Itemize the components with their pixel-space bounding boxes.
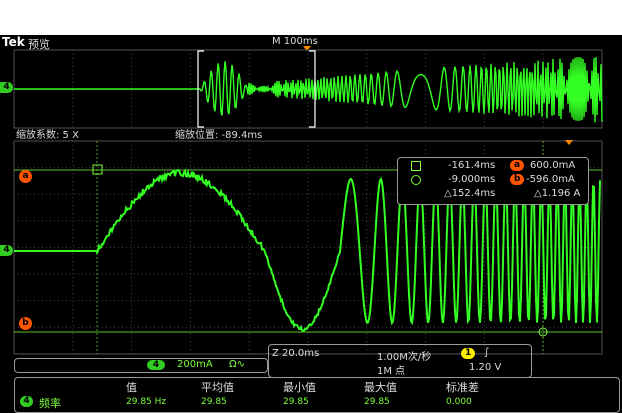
cursor-delta-value: △1.196 A: [534, 188, 580, 199]
measure-header-min: 最小值: [283, 379, 316, 395]
cursor-readout: -161.4ms a 600.0mA -9.000ms b -596.0mA △…: [397, 157, 589, 205]
measure-header-mean: 平均值: [201, 379, 234, 395]
measure-header-max: 最大值: [364, 379, 397, 395]
cursor1-handle: [93, 165, 102, 174]
cursor1-square-icon: [411, 161, 421, 171]
zoom-ch4-marker[interactable]: 4: [0, 245, 13, 256]
trigger-source-badge: 1: [461, 348, 475, 359]
ch4-badge: 4: [147, 360, 165, 370]
cursor2-time: -9.000ms: [448, 174, 495, 185]
sample-rate: 1.00M次/秒: [377, 348, 431, 363]
cursor-a-badge: a: [510, 160, 524, 171]
measure-stddev: 0.000: [446, 397, 472, 407]
zoom-scale: Z 20.0ms: [272, 348, 319, 359]
zoom-position-label: 缩放位置: -89.4ms: [175, 126, 262, 141]
cursor-delta-time: △152.4ms: [444, 188, 495, 199]
measurement-panel[interactable]: 值 平均值 最小值 最大值 标准差 4 频率 29.85 Hz 29.85 29…: [14, 377, 620, 413]
cursor2-circle-icon: [411, 175, 421, 185]
trigger-slope-icon: ∫: [484, 347, 489, 358]
ch4-coupling-icon: Ω∿: [229, 359, 245, 370]
zoom-factor-label: 缩放系数: 5 X: [16, 126, 79, 141]
measure-header-value: 值: [126, 379, 137, 395]
measure-header-stddev: 标准差: [446, 379, 479, 395]
measure-ch4-badge: 4: [20, 396, 33, 407]
measure-mean: 29.85: [201, 397, 227, 407]
overview-panel: [14, 50, 602, 128]
acquisition-trigger-box[interactable]: Z 20.0ms 1.00M次/秒 1M 点 1 ∫ 1.20 V: [268, 344, 532, 378]
cursor-b-value: -596.0mA: [526, 174, 575, 185]
measure-value: 29.85 Hz: [126, 397, 166, 407]
record-length: 1M 点: [377, 362, 405, 377]
measure-max: 29.85: [364, 397, 390, 407]
measure-name: 频率: [39, 395, 61, 411]
cursor1-time: -161.4ms: [448, 160, 495, 171]
oscilloscope-screen: Tek 预览 M 100ms 4 缩放系数: 5 X 缩放位置: -89.4ms…: [0, 35, 622, 413]
cursor-b-badge: b: [510, 174, 524, 185]
channel4-settings[interactable]: 4 200mA Ω∿: [14, 358, 268, 373]
cursor-a-value: 600.0mA: [530, 160, 575, 171]
trigger-level: 1.20 V: [469, 362, 501, 373]
ch4-scale: 200mA: [177, 359, 213, 370]
overview-ch4-marker[interactable]: 4: [0, 82, 13, 93]
ref-b-marker[interactable]: b: [19, 317, 32, 330]
ref-a-marker[interactable]: a: [19, 170, 32, 183]
measure-min: 29.85: [283, 397, 309, 407]
zoom-trigger-icon[interactable]: [565, 140, 573, 145]
